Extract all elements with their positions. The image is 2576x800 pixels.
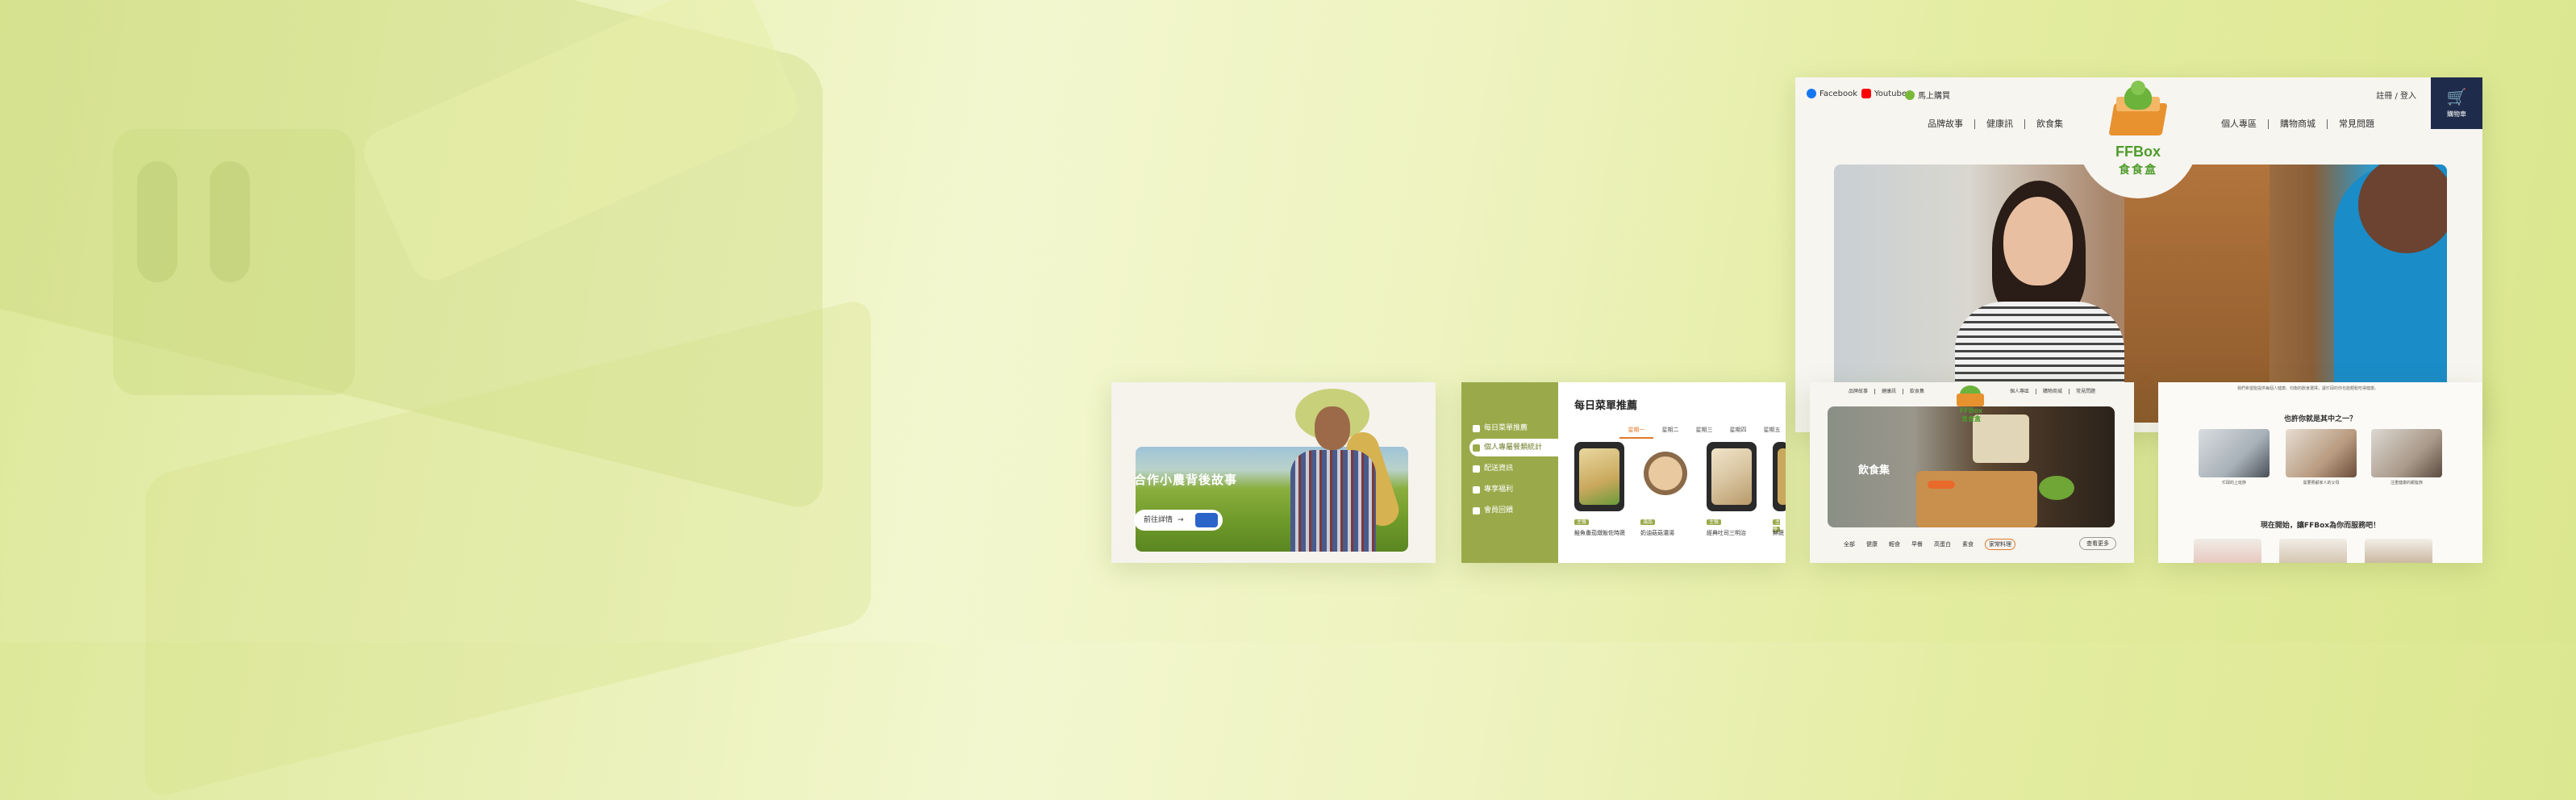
category-chips: 全部 健康 輕食 早餐 高蛋白 素食 家常料理 bbox=[1844, 539, 2015, 550]
main-nav-right: 個人專區 購物商城 常見問題 bbox=[2210, 119, 2386, 129]
tab-monday[interactable]: 星期一 bbox=[1619, 426, 1653, 439]
arrow-right-icon: → bbox=[1178, 516, 1184, 524]
watermark-bar-shape bbox=[210, 161, 250, 282]
dish-card[interactable] bbox=[1574, 442, 1624, 511]
cart-icon: 🛒 bbox=[2446, 87, 2467, 106]
truck-icon bbox=[1195, 513, 1218, 527]
tab-thursday[interactable]: 星期四 bbox=[1721, 426, 1755, 439]
cta-heading: 現在開始，讓FFBox為你而服務吧！ bbox=[2260, 522, 2381, 530]
photo-elderly bbox=[2371, 429, 2442, 477]
tab-friday[interactable]: 星期五 bbox=[1755, 426, 1786, 439]
dish-name: 鮭魚番茄燉飯佐時蔬 bbox=[1574, 530, 1625, 536]
chart-icon bbox=[1473, 444, 1480, 452]
homepage-mockup: Facebook Youtube 馬上購買 註冊 / 登入 🛒 購物車 品牌故事… bbox=[1795, 77, 2482, 432]
brand-logo[interactable]: FFBox 食食盒 bbox=[2078, 77, 2199, 198]
nav-personal-area[interactable]: 個人專區 bbox=[2210, 119, 2269, 129]
food-collection-card: 品牌故事 健康訊 飲食集 個人專區 購物商城 常見問題 FFBox 食食盒 飲食… bbox=[1810, 382, 2134, 563]
facebook-link[interactable]: Facebook bbox=[1807, 89, 1857, 98]
chip-all[interactable]: 全部 bbox=[1844, 540, 1855, 550]
sidebar-item-feedback[interactable]: 會員回饋 bbox=[1469, 502, 1558, 519]
tab-tuesday[interactable]: 星期二 bbox=[1653, 426, 1687, 439]
truck-icon bbox=[1473, 465, 1480, 473]
dish-card[interactable] bbox=[1773, 442, 1786, 511]
collection-title: 飲食集 bbox=[1858, 465, 1890, 477]
photo-thumb bbox=[2279, 539, 2347, 563]
intro-text: 我們希望能提供每個人健康、均衡的飲食選擇，讓忙碌的你也能輕鬆吃得健康。 bbox=[2237, 386, 2379, 391]
main-nav-left: 品牌故事 健康訊 飲食集 bbox=[1916, 119, 2074, 129]
tab-wednesday[interactable]: 星期三 bbox=[1687, 426, 1721, 439]
dish-name: 奶油菇菇濃湯 bbox=[1640, 530, 1674, 536]
sidebar-item-daily-menu[interactable]: 每日菜單推薦 bbox=[1469, 419, 1558, 437]
audience-question: 也許你就是其中之一？ bbox=[2283, 415, 2357, 423]
chat-icon bbox=[1473, 507, 1480, 515]
dish-name: 鮮蔬 bbox=[1773, 530, 1784, 536]
sidebar-item-meal-stats[interactable]: 個人專屬餐類統計 bbox=[1469, 439, 1558, 456]
photo-office-worker bbox=[2199, 429, 2270, 477]
gift-icon bbox=[1473, 486, 1480, 494]
nav-faq[interactable]: 常見問題 bbox=[2328, 119, 2386, 129]
day-tabs: 星期一 星期二 星期三 星期四 星期五 bbox=[1619, 426, 1786, 439]
chip-vegetarian[interactable]: 素食 bbox=[1962, 540, 1974, 550]
nav-health[interactable]: 健康訊 bbox=[1975, 119, 2025, 129]
menu-title: 每日菜單推薦 bbox=[1574, 400, 1638, 412]
login-link[interactable]: 註冊 / 登入 bbox=[2376, 89, 2416, 101]
chip-protein[interactable]: 高蛋白 bbox=[1934, 540, 1951, 550]
watermark-bar-shape bbox=[137, 161, 177, 282]
farmer-figure bbox=[1290, 450, 1376, 552]
farmer-story-card: 合作小農背後故事 前往詳情 → bbox=[1111, 382, 1436, 563]
chip-light[interactable]: 輕食 bbox=[1889, 540, 1900, 550]
dish-card[interactable] bbox=[1640, 442, 1690, 511]
dish-name: 經典吐司三明治 bbox=[1707, 530, 1746, 536]
cart-button[interactable]: 🛒 購物車 bbox=[2431, 77, 2482, 129]
daily-menu-card: 每日菜單推薦 個人專屬餐類統計 配送資訊 專享福利 會員回饋 每日菜單推薦 星期… bbox=[1461, 382, 1786, 563]
photo-thumb bbox=[2194, 539, 2261, 563]
leaf-icon bbox=[1905, 90, 1915, 100]
member-sidebar: 每日菜單推薦 個人專屬餐類統計 配送資訊 專享福利 會員回饋 bbox=[1461, 382, 1558, 563]
nav-brand-story[interactable]: 品牌故事 bbox=[1916, 119, 1975, 129]
chip-healthy[interactable]: 健康 bbox=[1866, 540, 1878, 550]
photo-thumb bbox=[2365, 539, 2432, 563]
chip-breakfast[interactable]: 早餐 bbox=[1911, 540, 1923, 550]
sidebar-item-benefits[interactable]: 專享福利 bbox=[1469, 481, 1558, 498]
farmer-story-title: 合作小農背後故事 bbox=[1134, 473, 1238, 487]
box-logo-icon bbox=[1957, 394, 1984, 406]
nav-shop[interactable]: 購物商城 bbox=[2269, 119, 2328, 129]
facebook-icon bbox=[1807, 89, 1816, 98]
youtube-link[interactable]: Youtube bbox=[1861, 89, 1907, 98]
calendar-icon bbox=[1473, 425, 1480, 432]
photo-family bbox=[2286, 429, 2357, 477]
mini-nav-left: 品牌故事 健康訊 飲食集 bbox=[1842, 389, 1931, 394]
youtube-icon bbox=[1861, 89, 1871, 98]
dish-card[interactable] bbox=[1707, 442, 1757, 511]
nav-food-collection[interactable]: 飲食集 bbox=[2025, 119, 2074, 129]
chip-home-cooking[interactable]: 家常料理 bbox=[1985, 539, 2015, 550]
mini-nav-right: 個人專區 購物商城 常見問題 bbox=[2003, 389, 2102, 394]
buy-now-link[interactable]: 馬上購買 bbox=[1905, 89, 1950, 101]
sidebar-item-delivery[interactable]: 配送資訊 bbox=[1469, 460, 1558, 477]
view-more-button[interactable]: 查看更多 bbox=[2079, 537, 2116, 550]
audience-card: 我們希望能提供每個人健康、均衡的飲食選擇，讓忙碌的你也能輕鬆吃得健康。 也許你就… bbox=[2158, 382, 2482, 563]
